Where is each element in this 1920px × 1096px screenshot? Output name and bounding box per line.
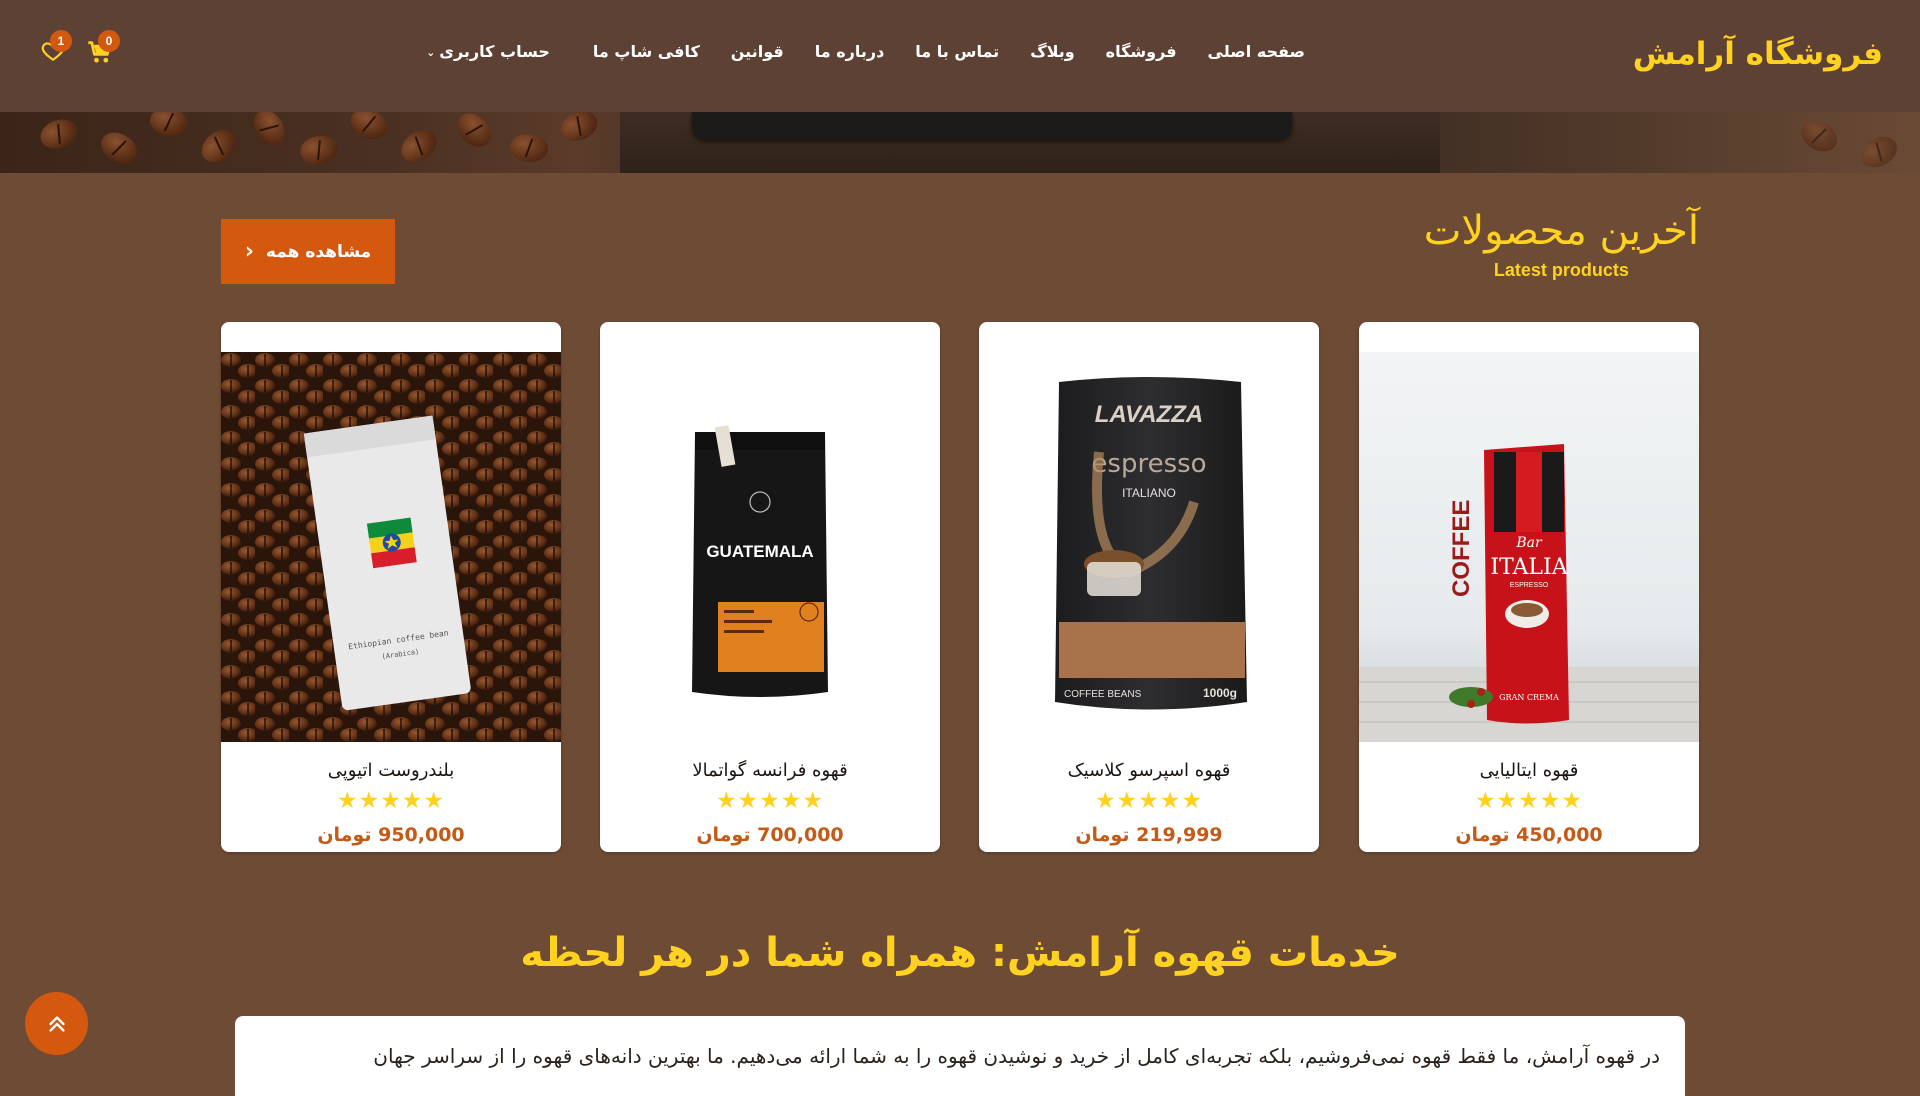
star-rating: ★★★★★ [1094, 788, 1204, 814]
package-foot-left: COFFEE BEANS [1064, 689, 1142, 700]
product-card-espresso[interactable]: LAVAZZA espresso ITALIANO COFFEE BEANS 1… [979, 322, 1319, 852]
product-price: 219,999 تومان [1075, 824, 1223, 846]
nav-item-cafe[interactable]: کافی شاپ ما [593, 42, 700, 61]
services-box: در قهوه آرامش، ما فقط قهوه نمی‌فروشیم، ب… [235, 1016, 1685, 1096]
scroll-to-top-button[interactable] [25, 992, 88, 1055]
product-name[interactable]: قهوه اسپرسو کلاسیک [979, 760, 1319, 781]
nav-item-contact[interactable]: تماس با ما [915, 42, 999, 61]
wishlist-count-badge: 1 [50, 30, 72, 52]
coffee-bean-image [247, 112, 291, 152]
header-icons: 1 0 [36, 30, 126, 72]
coffee-bean-image [195, 123, 243, 169]
view-all-button[interactable]: مشاهده همه ‹ [221, 219, 395, 284]
wishlist-button[interactable]: 1 [36, 30, 72, 68]
package-brand: ITALIA [1490, 555, 1568, 580]
coffee-bean-image [36, 114, 82, 154]
nav-item-blog[interactable]: وبلاگ [1030, 42, 1074, 61]
product-name[interactable]: بلندروست اتیوپی [221, 760, 561, 781]
star-rating: ★★★★★ [1474, 788, 1584, 814]
package-line: ESPRESSO [1510, 582, 1549, 589]
product-image: GUATEMALA [600, 352, 940, 742]
product-card-italian[interactable]: COFFEE Bar ITALIA ESPRESSO GRAN CREMA قه… [1359, 322, 1699, 852]
nav-item-account[interactable]: حساب کاربری ⌄ [426, 42, 550, 61]
product-price: 950,000 تومان [317, 824, 465, 846]
hero-device [692, 112, 1292, 140]
coffee-bean-image [95, 126, 143, 170]
services-title: خدمات قهوه آرامش: همراه شما در هر لحظه [520, 930, 1400, 976]
product-card-guatemala[interactable]: GUATEMALA قهوه فرانسه گواتمالا ★★★★★ 700… [600, 322, 940, 852]
coffee-bean-image [450, 112, 498, 154]
product-price: 700,000 تومان [696, 824, 844, 846]
product-card-ethiopia[interactable]: Ethiopian coffee bean (Arabica) بلندروست… [221, 322, 561, 852]
product-name[interactable]: قهوه فرانسه گواتمالا [600, 760, 940, 781]
coffee-bean-image [1855, 130, 1903, 173]
product-name[interactable]: قهوه ایتالیایی [1359, 760, 1699, 781]
double-chevron-up-icon [48, 1015, 65, 1032]
package-sub: ITALIANO [1122, 486, 1176, 500]
hero-banner [0, 112, 1920, 173]
nav-item-home[interactable]: صفحه اصلی [1208, 42, 1305, 61]
cart-button[interactable]: 0 [84, 30, 120, 68]
product-price: 450,000 تومان [1455, 824, 1603, 846]
coffee-bean-image [508, 132, 550, 164]
coffee-bean-image [297, 132, 341, 168]
nav-item-shop[interactable]: فروشگاه [1106, 42, 1177, 61]
star-rating: ★★★★★ [336, 788, 446, 814]
package-side: COFFEE [1448, 500, 1475, 597]
product-image: COFFEE Bar ITALIA ESPRESSO GRAN CREMA [1359, 352, 1699, 742]
coffee-bean-image [345, 112, 393, 145]
star-rating: ★★★★★ [715, 788, 825, 814]
latest-products-heading: آخرین محصولات Latest products [1424, 208, 1699, 281]
chevron-down-icon: ⌄ [426, 46, 436, 59]
account-label: حساب کاربری [439, 42, 550, 61]
site-header: فروشگاه آرامش صفحه اصلی فروشگاه وبلاگ تم… [0, 0, 1920, 112]
coffee-bean-image [1795, 114, 1843, 158]
package-brand: GUATEMALA [706, 542, 813, 561]
nav-item-about[interactable]: درباره ما [815, 42, 885, 61]
package-brand: LAVAZZA [1095, 401, 1203, 428]
package-brand-top: Bar [1515, 535, 1543, 551]
product-grid: Ethiopian coffee bean (Arabica) بلندروست… [221, 322, 1699, 854]
view-all-label: مشاهده همه [265, 241, 372, 262]
package-foot-right: 1000g [1203, 686, 1237, 700]
section-title: آخرین محصولات [1423, 208, 1699, 254]
main-nav: صفحه اصلی فروشگاه وبلاگ تماس با ما دربار… [426, 42, 1305, 61]
product-image: Ethiopian coffee bean (Arabica) [221, 352, 561, 742]
product-image: LAVAZZA espresso ITALIANO COFFEE BEANS 1… [979, 352, 1319, 742]
services-text: در قهوه آرامش، ما فقط قهوه نمی‌فروشیم، ب… [373, 1044, 1660, 1068]
coffee-bean-image [395, 123, 443, 169]
package-line: espresso [1091, 449, 1206, 479]
coffee-bean-image [147, 112, 191, 140]
chevron-left-icon: ‹ [244, 239, 254, 264]
cart-count-badge: 0 [98, 30, 120, 52]
package-foot: GRAN CREMA [1499, 693, 1559, 702]
site-logo[interactable]: فروشگاه آرامش [1633, 36, 1884, 72]
coffee-bean-image [555, 112, 603, 147]
section-subtitle: Latest products [1493, 260, 1629, 280]
nav-item-rules[interactable]: قوانین [731, 42, 784, 61]
